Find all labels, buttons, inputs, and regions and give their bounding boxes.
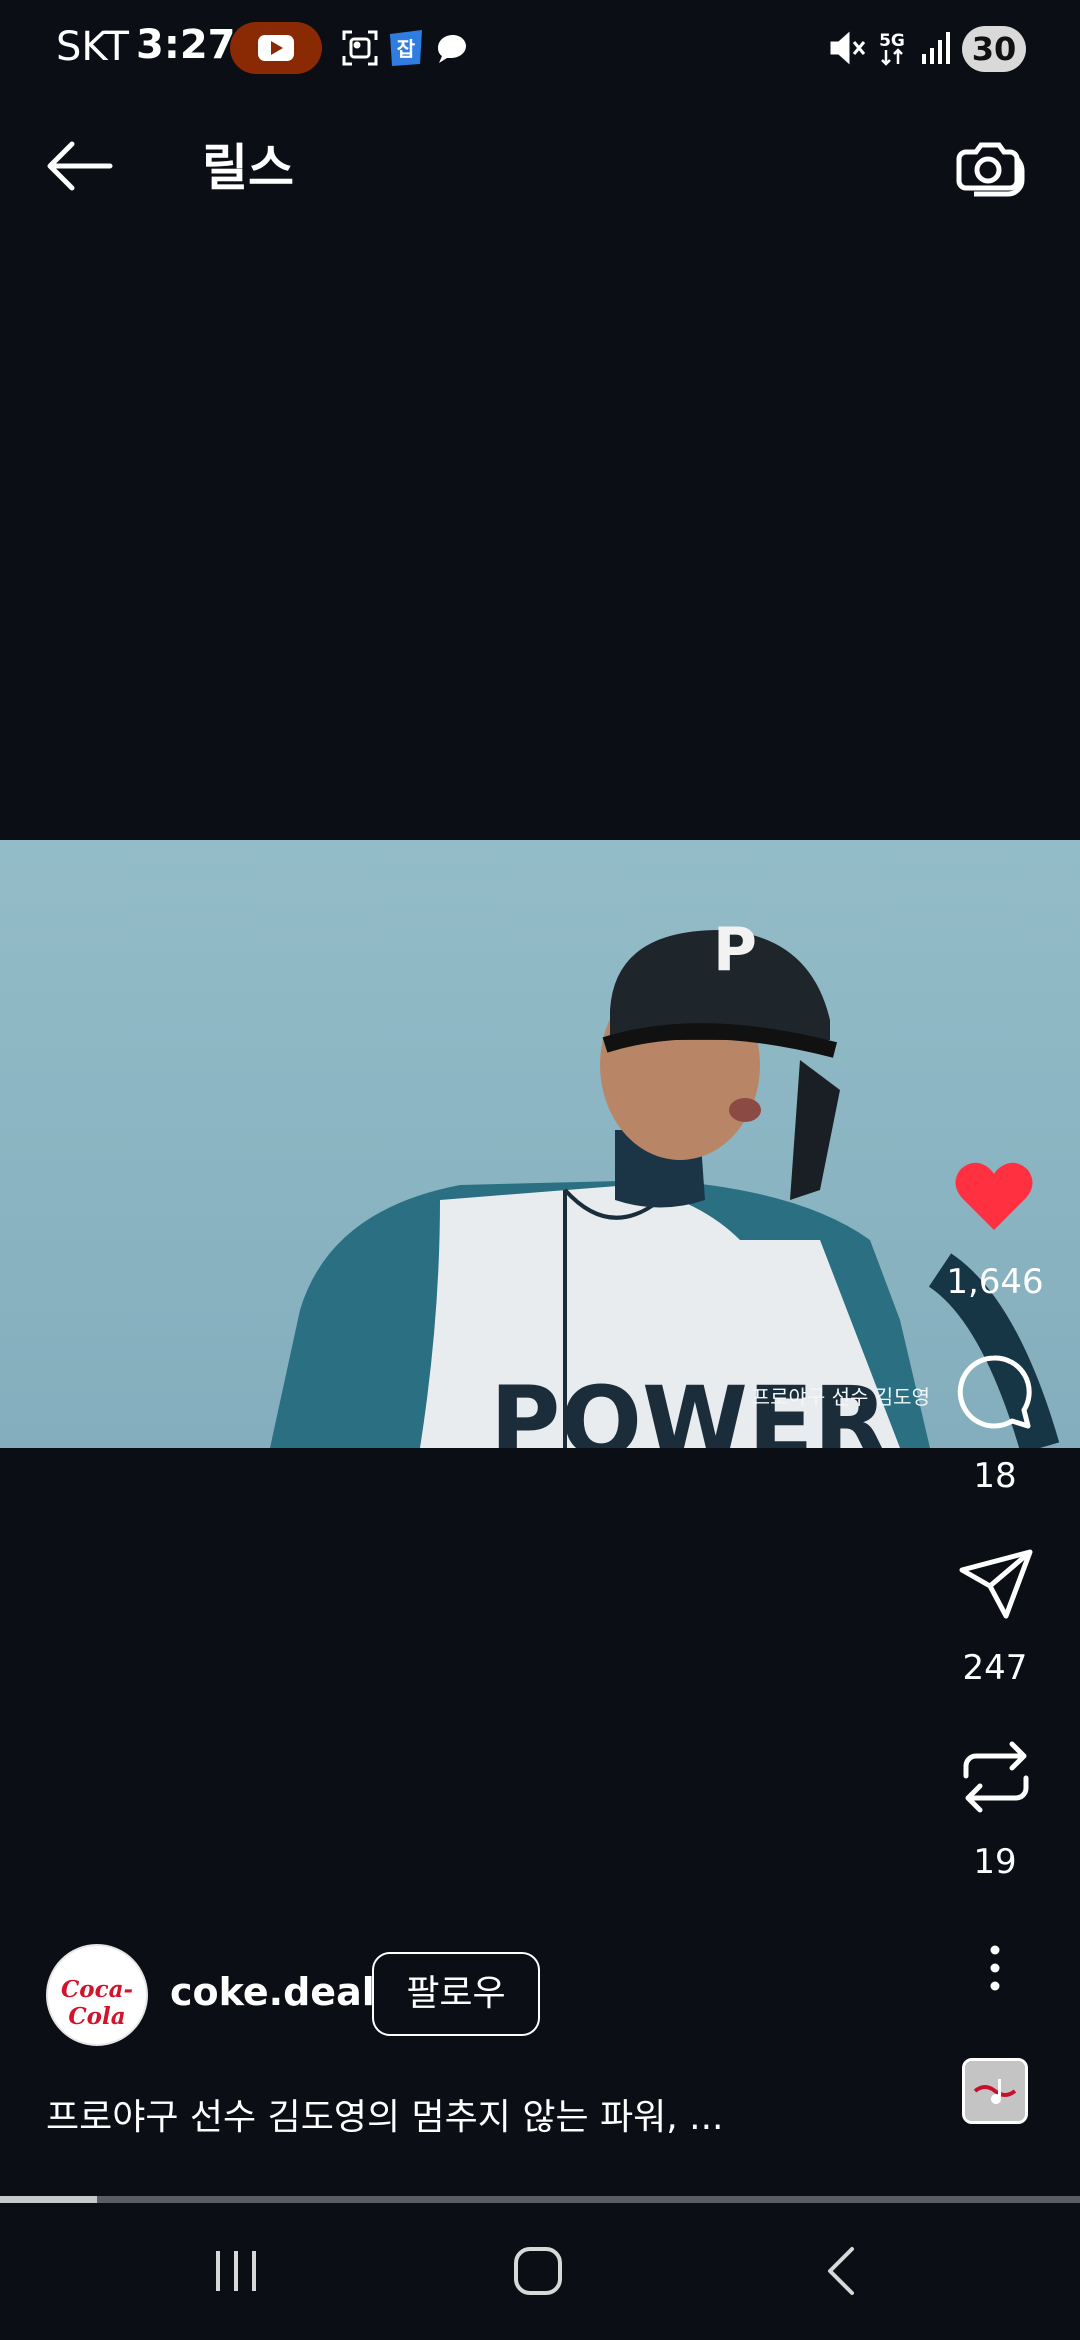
comment-button[interactable] [952, 1352, 1036, 1432]
video-progress-fill [0, 2196, 98, 2203]
network-5g-icon: 5G [870, 26, 914, 70]
repost-count: 19 [973, 1842, 1017, 1882]
reel-video[interactable]: P POWER 프로야구 선수 김도영 [0, 840, 1080, 1448]
carrier-label: SKT [56, 24, 129, 70]
more-icon [990, 1945, 1000, 1991]
follow-button[interactable]: 팔로우 [372, 1952, 540, 2036]
camera-button[interactable] [950, 128, 1030, 208]
repost-button[interactable] [956, 1736, 1036, 1818]
repost-icon [963, 1741, 1029, 1813]
home-icon [514, 2247, 562, 2295]
music-icon [965, 2061, 1025, 2121]
nav-back-icon [828, 2247, 854, 2295]
helmet-letter: P [713, 915, 757, 985]
audio-thumbnail-button[interactable] [962, 2058, 1028, 2124]
account-avatar[interactable]: Coca-Cola [46, 1944, 148, 2046]
like-count: 1,646 [946, 1262, 1044, 1302]
svg-text:잡: 잡 [397, 37, 416, 61]
chat-bubble-icon [430, 26, 474, 70]
send-icon [959, 1549, 1033, 1619]
screenshot-icon [338, 26, 382, 70]
more-options-button[interactable] [978, 1944, 1012, 1994]
system-navigation-bar [0, 2203, 1080, 2340]
account-username[interactable]: coke.deal [170, 1970, 375, 2014]
back-button[interactable] [40, 130, 116, 206]
heart-icon [955, 1162, 1033, 1230]
mute-icon [824, 26, 868, 70]
avatar-logo-text: Coca-Cola [60, 1976, 134, 2030]
comment-count: 18 [973, 1456, 1017, 1496]
nav-back-button[interactable] [812, 2241, 872, 2301]
back-arrow-icon [47, 141, 113, 191]
recent-apps-button[interactable] [206, 2241, 266, 2301]
status-bar: SKT 3:27 잡 5G 30 [0, 0, 1080, 100]
video-watermark: 프로야구 선수 김도영 [751, 1385, 930, 1409]
post-caption[interactable]: 프로야구 선수 김도영의 멈추지 않는 파워, ... [46, 2088, 723, 2140]
status-time: 3:27 [136, 22, 236, 68]
network-label: 5G [879, 31, 905, 51]
comment-icon [957, 1355, 1032, 1429]
battery-indicator: 30 [962, 26, 1026, 72]
like-button[interactable] [954, 1160, 1034, 1232]
recent-apps-icon [216, 2251, 256, 2291]
share-count: 247 [962, 1648, 1028, 1688]
video-frame: P POWER [0, 840, 1080, 1448]
camera-icon [956, 142, 1025, 197]
share-button[interactable] [956, 1546, 1036, 1622]
app-notification-icon: 잡 [384, 26, 428, 70]
home-button[interactable] [508, 2241, 568, 2301]
page-title: 릴스 [202, 139, 294, 197]
video-progress-track[interactable] [0, 2196, 1080, 2203]
youtube-icon [230, 22, 322, 74]
signal-icon [914, 26, 958, 70]
